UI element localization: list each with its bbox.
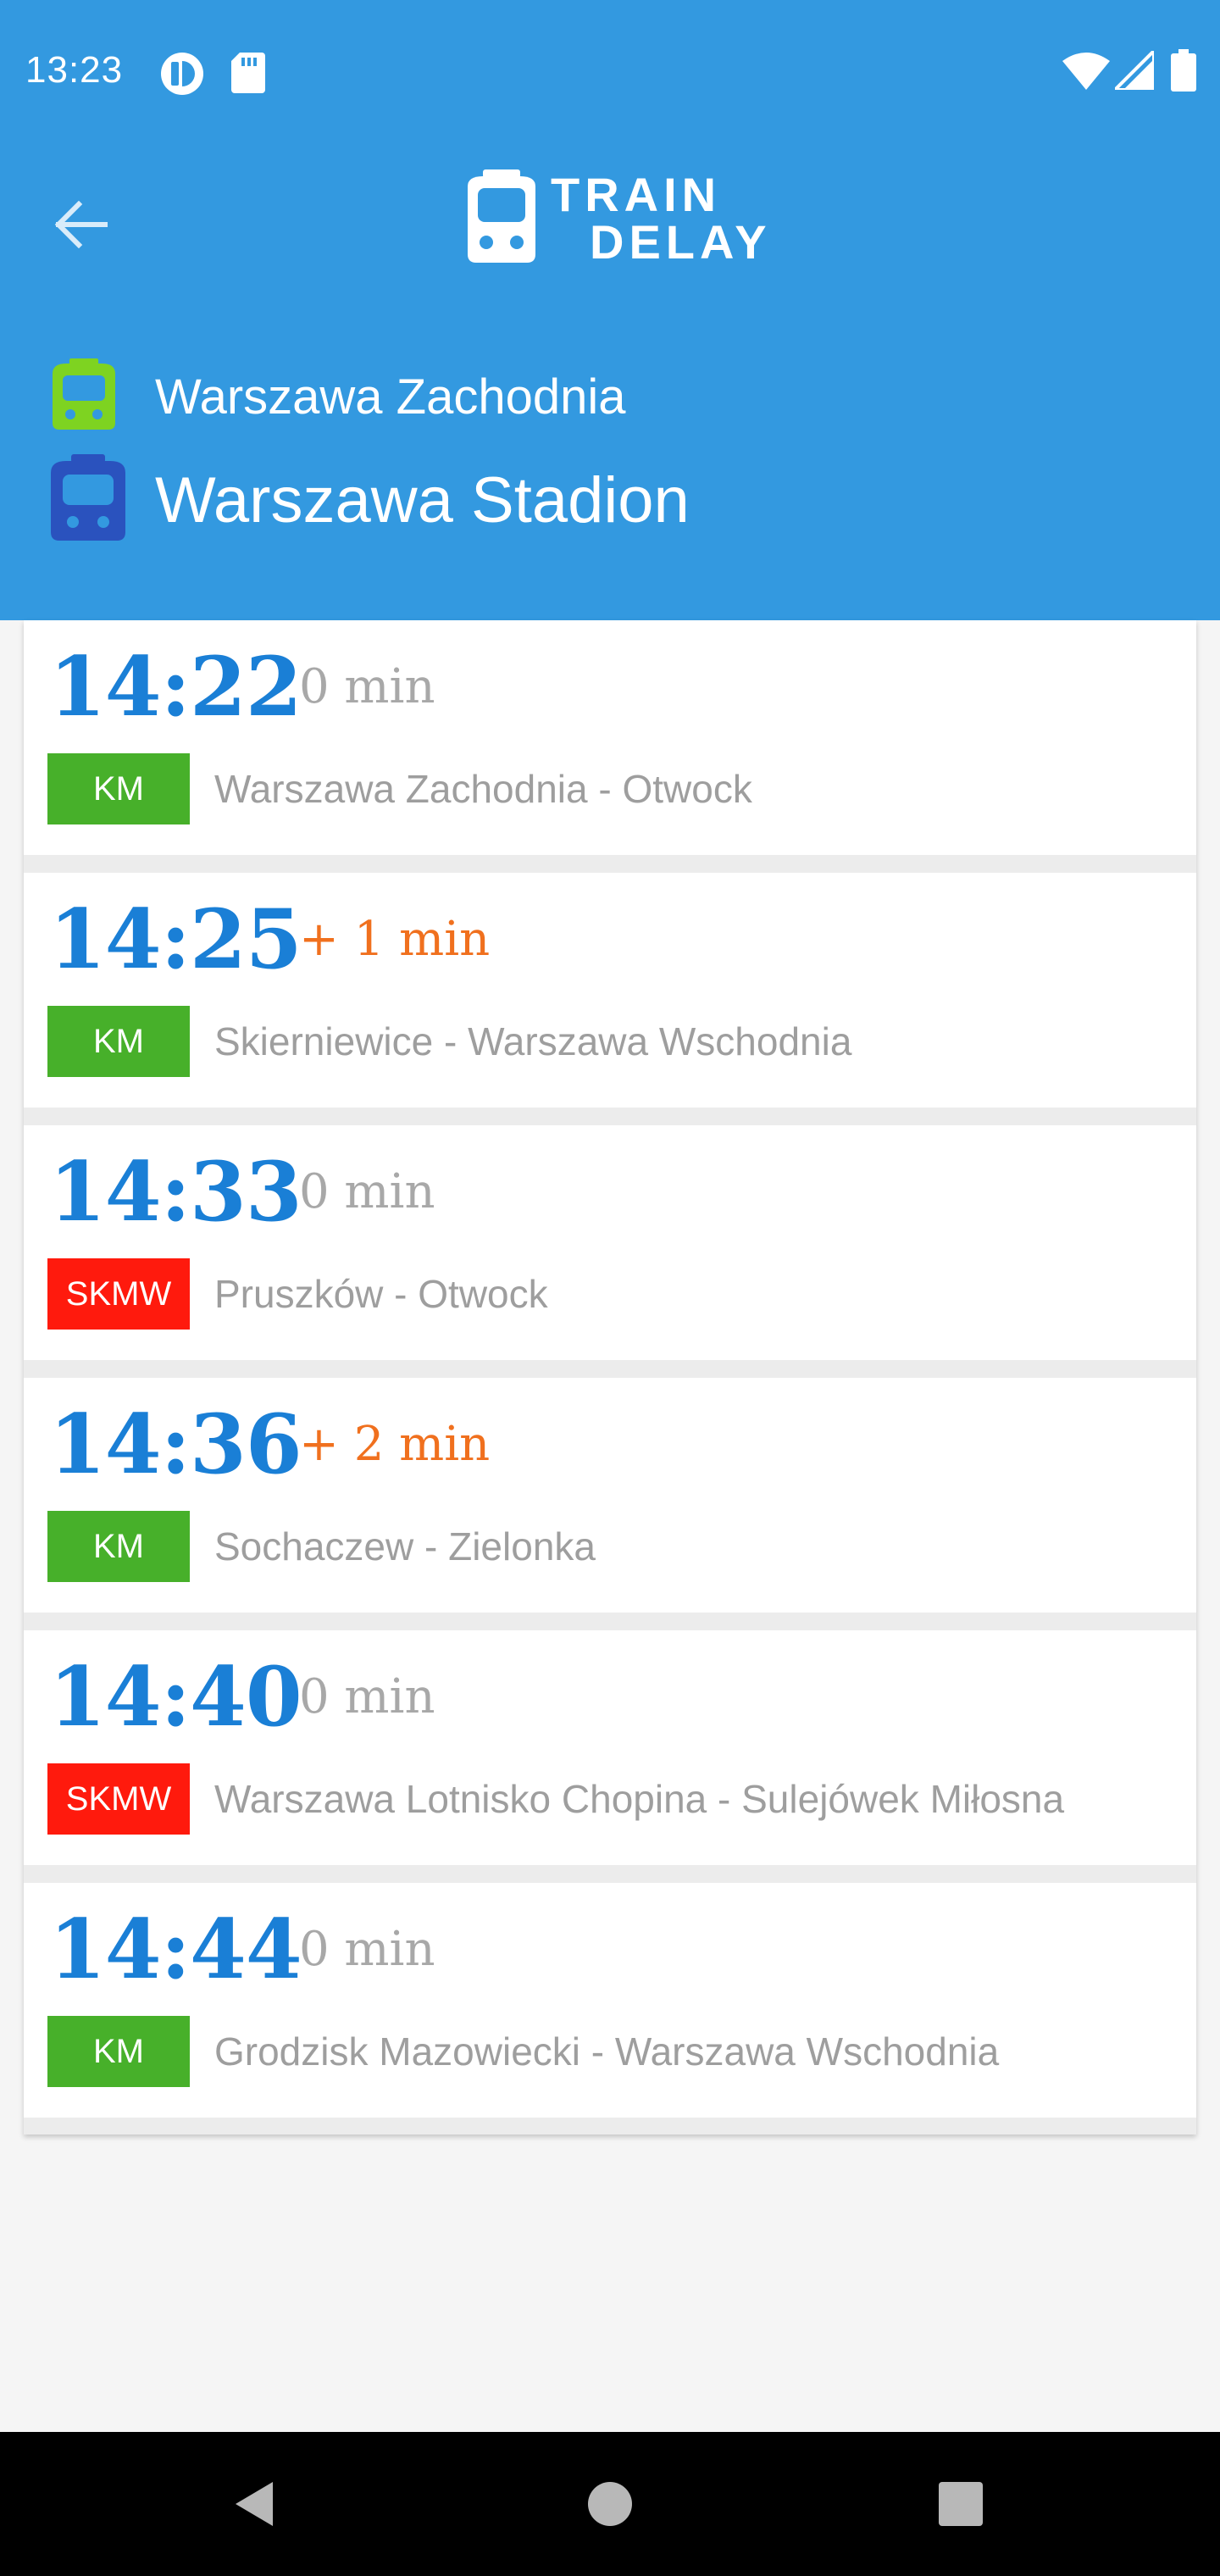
logo-wordmark: TRAIN DELAY xyxy=(551,171,772,266)
logo-line1: TRAIN xyxy=(551,168,722,221)
carrier-badge: KM xyxy=(47,2016,190,2087)
nav-back-button[interactable] xyxy=(182,2432,326,2576)
recents-square-icon xyxy=(939,2482,983,2526)
departure-station: Warszawa Zachodnia xyxy=(0,354,1220,439)
train-card[interactable]: 14:36 + 2 min KM Sochaczew - Zielonka xyxy=(24,1378,1196,1613)
departure-time: 14:25 xyxy=(49,891,302,987)
app-notification-icon xyxy=(159,51,205,101)
sd-card-icon xyxy=(231,53,265,97)
train-card[interactable]: 14:22 0 min KM Warszawa Zachodnia - Otwo… xyxy=(24,620,1196,855)
back-triangle-icon xyxy=(236,2482,273,2526)
route-label: Grodzisk Mazowiecki - Warszawa Wschodnia xyxy=(214,2029,1000,2074)
status-time: 13:23 xyxy=(25,49,124,91)
delay-label: 0 min xyxy=(299,1669,435,1724)
logo-line2: DELAY xyxy=(590,215,772,269)
carrier-badge: SKMW xyxy=(47,1258,190,1330)
system-nav-bar xyxy=(0,2432,1220,2576)
departure-time: 14:33 xyxy=(49,1144,302,1240)
delay-label: + 1 min xyxy=(299,912,491,967)
battery-icon xyxy=(1171,49,1196,96)
train-card[interactable]: 14:40 0 min SKMW Warszawa Lotnisko Chopi… xyxy=(24,1630,1196,1865)
carrier-badge: KM xyxy=(47,1006,190,1077)
arrival-station-name: Warszawa Stadion xyxy=(155,464,690,536)
arrow-left-icon xyxy=(54,201,108,248)
departure-time: 14:44 xyxy=(49,1901,302,1997)
departure-time: 14:36 xyxy=(49,1396,302,1492)
delay-label: 0 min xyxy=(299,1922,435,1977)
delay-label: 0 min xyxy=(299,659,435,714)
train-card[interactable]: 14:33 0 min SKMW Pruszków - Otwock xyxy=(24,1125,1196,1360)
home-circle-icon xyxy=(588,2482,632,2526)
carrier-badge: KM xyxy=(47,1511,190,1582)
arrival-train-icon xyxy=(46,453,130,547)
arrival-station: Warszawa Stadion xyxy=(0,449,1220,551)
delay-label: + 2 min xyxy=(299,1417,491,1472)
status-bar: 13:23 xyxy=(0,0,1220,144)
route-label: Pruszków - Otwock xyxy=(214,1272,548,1316)
route-label: Warszawa Zachodnia - Otwock xyxy=(214,767,752,811)
app-header: 13:23 TRAIN DELAY Warszawa Zachodnia War… xyxy=(0,0,1220,620)
nav-home-button[interactable] xyxy=(538,2432,682,2576)
route-label: Sochaczew - Zielonka xyxy=(214,1524,596,1568)
app-logo: TRAIN DELAY xyxy=(458,169,813,271)
app-bar: TRAIN DELAY xyxy=(0,144,1220,305)
back-button[interactable] xyxy=(34,178,127,271)
carrier-badge: SKMW xyxy=(47,1763,190,1835)
departure-train-icon xyxy=(47,358,120,436)
train-card[interactable]: 14:44 0 min KM Grodzisk Mazowiecki - War… xyxy=(24,1883,1196,2118)
train-list: 14:22 0 min KM Warszawa Zachodnia - Otwo… xyxy=(24,620,1196,2135)
route-label: Warszawa Lotnisko Chopina - Sulejówek Mi… xyxy=(214,1777,1065,1821)
delay-label: 0 min xyxy=(299,1164,435,1219)
departure-time: 14:40 xyxy=(49,1649,302,1745)
departure-station-name: Warszawa Zachodnia xyxy=(155,369,626,425)
train-card[interactable]: 14:25 + 1 min KM Skierniewice - Warszawa… xyxy=(24,873,1196,1108)
route-label: Skierniewice - Warszawa Wschodnia xyxy=(214,1019,852,1063)
signal-icon xyxy=(1111,47,1156,94)
carrier-badge: KM xyxy=(47,753,190,824)
departure-time: 14:22 xyxy=(49,639,302,735)
wifi-icon xyxy=(1062,53,1110,94)
nav-recents-button[interactable] xyxy=(889,2432,1033,2576)
train-logo-icon xyxy=(468,169,535,263)
